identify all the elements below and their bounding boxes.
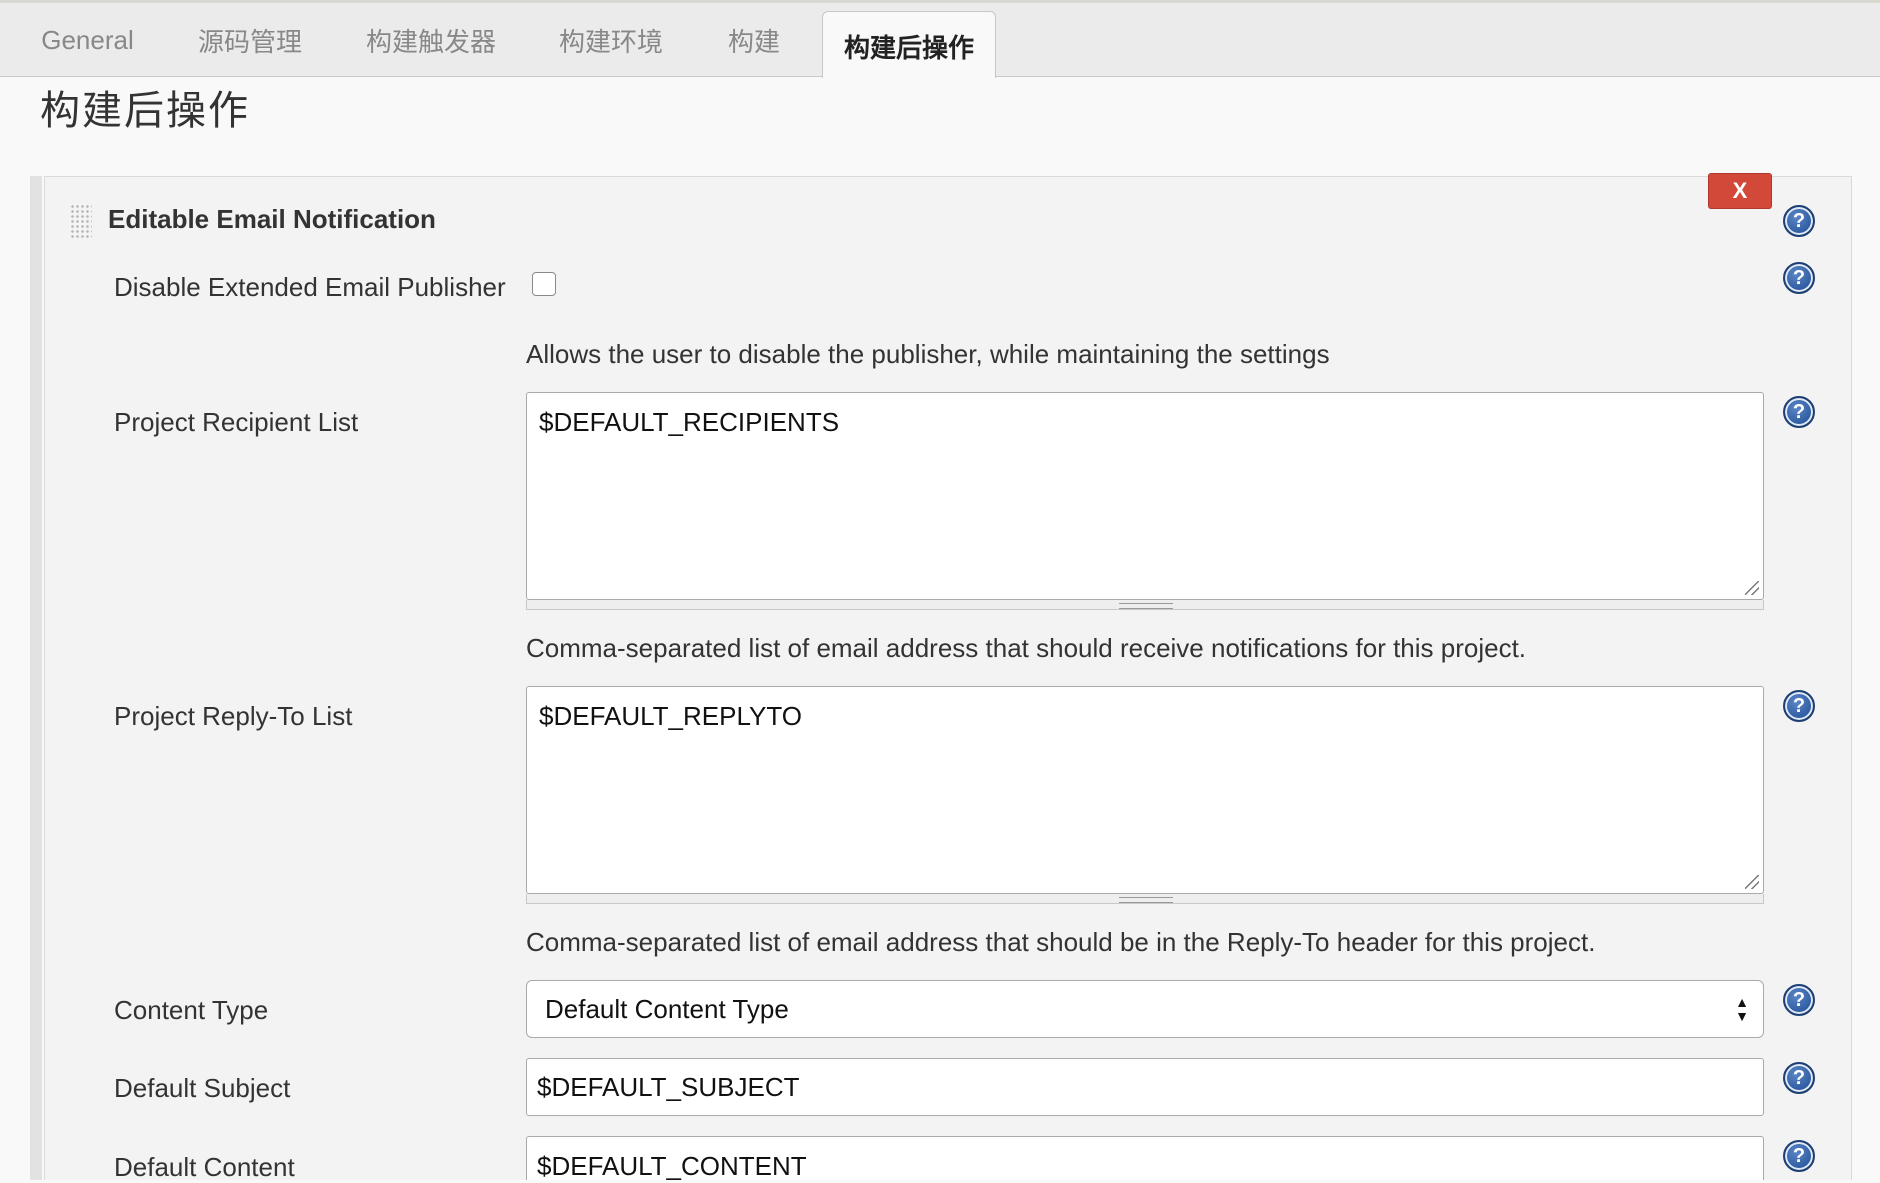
default-subject-input[interactable]: $DEFAULT_SUBJECT <box>526 1058 1764 1116</box>
recipient-list-value: $DEFAULT_RECIPIENTS <box>539 407 840 437</box>
default-content-value: $DEFAULT_CONTENT <box>537 1151 807 1181</box>
help-icon[interactable]: ? <box>1783 205 1815 237</box>
panel-left-bar <box>30 176 42 1180</box>
tab-source-code-management[interactable]: 源码管理 <box>190 3 310 77</box>
help-icon[interactable]: ? <box>1783 984 1815 1016</box>
help-icon[interactable]: ? <box>1783 396 1815 428</box>
tab-post-build-actions[interactable]: 构建后操作 <box>822 11 996 78</box>
default-subject-label: Default Subject <box>114 1073 291 1103</box>
tab-build-triggers[interactable]: 构建触发器 <box>358 3 504 77</box>
help-icon[interactable]: ? <box>1783 690 1815 722</box>
drag-handle-icon[interactable] <box>70 204 92 238</box>
help-icon[interactable]: ? <box>1783 1062 1815 1094</box>
reply-to-list-label: Project Reply-To List <box>114 701 353 731</box>
select-arrows-icon: ▲ ▼ <box>1735 994 1749 1024</box>
disable-publisher-checkbox[interactable] <box>532 272 556 296</box>
recipient-list-resize-grabber[interactable] <box>526 600 1764 610</box>
section-title: 构建后操作 <box>40 89 250 133</box>
content-type-select[interactable]: Default Content Type ▲ ▼ <box>526 980 1764 1038</box>
recipient-list-label: Project Recipient List <box>114 407 359 437</box>
resize-corner-icon[interactable] <box>1745 875 1759 889</box>
content-type-label: Content Type <box>114 995 269 1025</box>
reply-to-list-resize-grabber[interactable] <box>526 894 1764 904</box>
tab-build[interactable]: 构建 <box>718 3 790 77</box>
default-subject-value: $DEFAULT_SUBJECT <box>537 1071 800 1102</box>
tab-build-environment[interactable]: 构建环境 <box>552 3 670 77</box>
resize-corner-icon[interactable] <box>1745 581 1759 595</box>
help-icon[interactable]: ? <box>1783 262 1815 294</box>
reply-to-list-description: Comma-separated list of email address th… <box>526 927 1596 957</box>
default-content-textarea[interactable]: $DEFAULT_CONTENT <box>526 1136 1764 1181</box>
recipient-list-description: Comma-separated list of email address th… <box>526 633 1527 663</box>
disable-publisher-label: Disable Extended Email Publisher <box>114 272 506 302</box>
disable-publisher-description: Allows the user to disable the publisher… <box>526 339 1330 369</box>
panel-title: Editable Email Notification <box>108 204 436 234</box>
recipient-list-textarea[interactable]: $DEFAULT_RECIPIENTS <box>526 392 1764 600</box>
reply-to-list-value: $DEFAULT_REPLYTO <box>539 701 802 731</box>
config-tab-bar: General 源码管理 构建触发器 构建环境 构建 构建后操作 <box>0 3 1880 78</box>
content-type-selected-value: Default Content Type <box>545 993 789 1024</box>
default-content-label: Default Content <box>114 1152 295 1182</box>
tab-general[interactable]: General <box>30 3 145 77</box>
delete-step-button[interactable]: X <box>1708 173 1772 209</box>
help-icon[interactable]: ? <box>1783 1140 1815 1172</box>
reply-to-list-textarea[interactable]: $DEFAULT_REPLYTO <box>526 686 1764 894</box>
